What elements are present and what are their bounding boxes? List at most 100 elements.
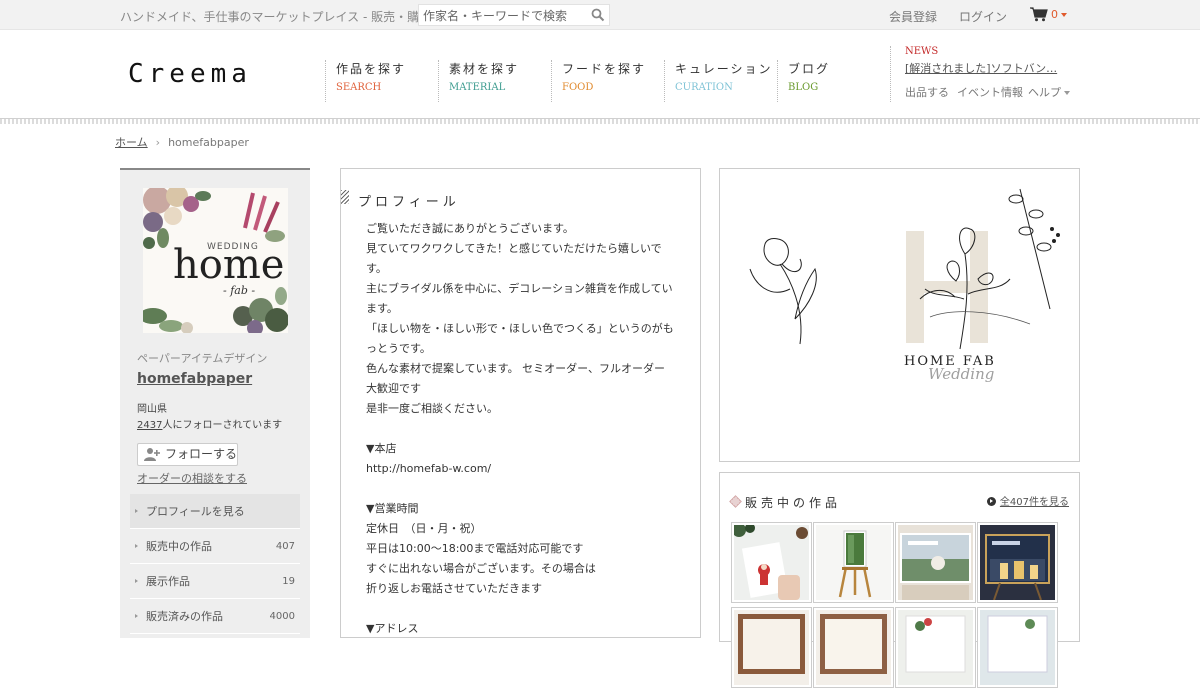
profile-line: 定休日 （日・月・祝） [366, 522, 482, 535]
profile-line: す。 [366, 262, 387, 275]
follow-button[interactable]: フォローする [137, 443, 238, 466]
profile-line: 大歓迎です [366, 382, 421, 395]
profile-title: プロフィール [358, 195, 460, 210]
works-title: 販売中の作品 [745, 496, 842, 510]
cart-count: 0 [1051, 8, 1058, 21]
search-input[interactable] [419, 6, 587, 26]
avatar[interactable]: WEDDING home - fab - [143, 188, 288, 333]
add-user-icon [144, 448, 160, 461]
profile-line: ▼アドレス [366, 622, 419, 635]
nav-material[interactable]: 素材を探す MATERIAL [438, 60, 551, 102]
search-icon[interactable] [591, 8, 605, 22]
order-consult-link[interactable]: オーダーの相談をする [137, 470, 247, 486]
sidebar-menu: プロフィールを見る 販売中の作品 407 展示作品 19 販売済みの作品 400… [130, 494, 300, 634]
breadcrumb-home[interactable]: ホーム [115, 136, 148, 149]
easel-sign-thumb[interactable] [813, 522, 894, 603]
news-link[interactable]: [解消されました]ソフトバン… [905, 60, 1070, 76]
follow-button-label: フォローする [165, 447, 238, 461]
night-welcome-board-image [980, 525, 1055, 600]
site-tagline: ハンドメイド、手仕事のマーケットプレイス - 販売・購入 [120, 10, 432, 24]
view-all-works-link[interactable]: 全407件を見る [986, 493, 1069, 508]
creator-name[interactable]: homefabpaper [137, 371, 252, 387]
sidebar-item-profile[interactable]: プロフィールを見る [130, 494, 300, 529]
frame-sign-image [734, 610, 809, 685]
help-menu[interactable]: ヘルプ [1028, 84, 1070, 100]
avatar-home-text: home [173, 242, 284, 288]
nav-food[interactable]: フードを探す FOOD [551, 60, 664, 102]
frame-sign-image [898, 610, 973, 685]
welcome-board-thumb[interactable] [895, 522, 976, 603]
news-label: NEWS [905, 46, 939, 57]
view-all-label: 全407件を見る [999, 497, 1069, 508]
nav-search[interactable]: 作品を探す SEARCH [325, 60, 438, 102]
profile-line: ます。 [366, 302, 398, 315]
help-label: ヘルプ [1028, 86, 1061, 99]
sidebar-item-label: 展示作品 [146, 575, 190, 588]
frame-sign-thumb-2[interactable] [813, 607, 894, 688]
night-welcome-board-thumb[interactable] [977, 522, 1058, 603]
event-link[interactable]: イベント情報 [957, 84, 1023, 100]
follower-info: 2437人にフォローされています [137, 416, 282, 431]
creator-category: ペーパーアイテムデザイン [137, 352, 268, 365]
diamond-icon [729, 495, 742, 508]
nav-label: 作品を探す [336, 62, 407, 76]
sidebar-item-count: 4000 [269, 611, 295, 622]
nav-sublabel: FOOD [562, 82, 594, 93]
profile-line: ▼本店 [366, 442, 397, 455]
sidebar-item-count: 407 [275, 541, 295, 552]
profile-line: 色んな素材で提案しています。 セミオーダー、フルオーダー [366, 362, 665, 375]
nav-sublabel: SEARCH [336, 82, 382, 93]
profile-line: すぐに出れない場合がございます。その場合は [366, 562, 596, 575]
nav-label: フードを探す [562, 62, 647, 76]
nav-sublabel: MATERIAL [449, 82, 506, 93]
profile-panel: プロフィール ご覧いただき誠にありがとうございます。 見ていてワクワクしてきた！と… [340, 168, 701, 638]
welcome-board-image [898, 525, 973, 600]
profile-line: 是非一度ご相談ください。 [366, 402, 498, 415]
profile-text: ご覧いただき誠にありがとうございます。 見ていてワクワクしてきた！と感じていただけ… [366, 219, 681, 639]
register-link[interactable]: 会員登録 [889, 8, 937, 25]
profile-line: http://homefab-w.com/ [366, 462, 492, 475]
follower-count[interactable]: 2437 [137, 420, 162, 431]
cover-image: HOME FAB Wedding [719, 168, 1080, 462]
sidebar-item-sold[interactable]: 販売済みの作品 4000 [130, 599, 300, 634]
christmas-card-thumb[interactable] [731, 522, 812, 603]
nav-label: ブログ [788, 62, 831, 76]
sidebar-item-label: 販売済みの作品 [146, 610, 223, 623]
frame-sign-image [816, 610, 891, 685]
creator-prefecture: 岡山県 [137, 404, 167, 415]
cover-illustration: HOME FAB Wedding [720, 169, 1079, 461]
nav-blog[interactable]: ブログ BLOG [777, 60, 877, 102]
avatar-image: WEDDING home - fab - [143, 188, 288, 333]
chevron-down-icon [1064, 91, 1070, 95]
profile-line: 「ほしい物を・ほしい形で・ほしい色でつくる」というのがも [366, 322, 674, 335]
breadcrumb-current: homefabpaper [168, 136, 249, 149]
nav-label: 素材を探す [449, 62, 520, 76]
christmas-card-image [734, 525, 809, 600]
sell-link[interactable]: 出品する [905, 84, 949, 100]
nav-sublabel: CURATION [675, 82, 733, 93]
login-link[interactable]: ログイン [959, 8, 1007, 25]
frame-sign-thumb-1[interactable] [731, 607, 812, 688]
frame-sign-thumb-3[interactable] [895, 607, 976, 688]
site-logo[interactable]: Creema [128, 59, 252, 89]
profile-line: 見ていてワクワクしてきた！と感じていただけたら嬉しいで [366, 242, 662, 255]
cart-icon [1030, 7, 1048, 22]
profile-line [366, 419, 681, 439]
sidebar-item-exhibition[interactable]: 展示作品 19 [130, 564, 300, 599]
nav-curation[interactable]: キュレーション CURATION [664, 60, 777, 102]
cart-button[interactable]: 0 [1030, 7, 1070, 23]
profile-line: っとうです。 [366, 342, 431, 355]
sidebar-item-on-sale[interactable]: 販売中の作品 407 [130, 529, 300, 564]
creator-sidebar: WEDDING home - fab - ペーパーアイテムデザイン homefa… [120, 168, 310, 638]
chevron-right-icon: › [155, 136, 161, 149]
frame-sign-image [980, 610, 1055, 685]
cart-caret-icon [1061, 13, 1067, 17]
sidebar-item-label: 販売中の作品 [146, 540, 212, 553]
profile-line: 折り返しお電話させていただきます [366, 582, 542, 595]
arrow-circle-icon [986, 497, 996, 506]
follower-suffix: 人にフォローされています [162, 420, 283, 431]
profile-line: 主にブライダル係を中心に、デコレーション雑貨を作成してい [366, 282, 673, 295]
nav-label: キュレーション [675, 62, 773, 76]
profile-line: 平日は10:00～18:00まで電話対応可能です [366, 542, 584, 555]
frame-sign-thumb-4[interactable] [977, 607, 1058, 688]
